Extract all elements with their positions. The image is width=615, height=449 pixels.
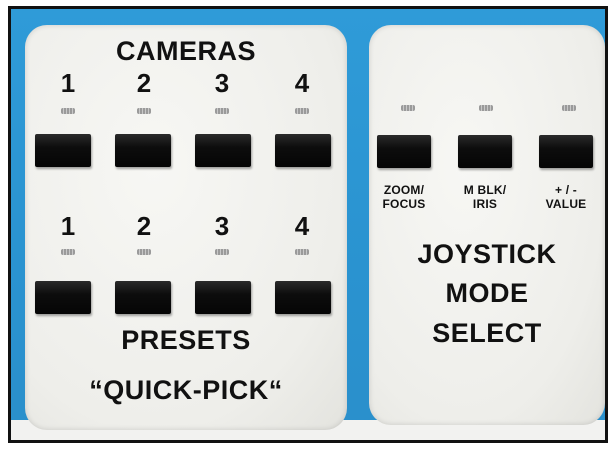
zoom-focus-led	[401, 105, 415, 111]
preset-led-1	[61, 249, 75, 255]
mblk-iris-button[interactable]	[458, 135, 512, 168]
mode-label: MODE	[445, 278, 529, 308]
preset-button-4[interactable]	[275, 281, 331, 314]
mblk-iris-label: M BLK/ IRIS	[463, 183, 507, 211]
camera-button-4[interactable]	[275, 134, 331, 167]
camera-led-4	[295, 108, 309, 114]
quick-pick-label: “QUICK-PICK“	[89, 375, 283, 405]
preset-number-4: 4	[294, 211, 310, 241]
camera-number-3: 3	[214, 68, 230, 98]
camera-led-2	[137, 108, 151, 114]
zoom-focus-button[interactable]	[377, 135, 431, 168]
joystick-label: JOYSTICK	[417, 239, 557, 269]
camera-number-4: 4	[294, 68, 310, 98]
preset-led-3	[215, 249, 229, 255]
camera-button-3[interactable]	[195, 134, 251, 167]
photo-frame: CAMERAS 1 2 3 4 1 2 3 4 PRESETS “QUICK-P…	[8, 6, 608, 443]
preset-led-4	[295, 249, 309, 255]
camera-button-1[interactable]	[35, 134, 91, 167]
preset-number-3: 3	[214, 211, 230, 241]
cameras-presets-panel: CAMERAS 1 2 3 4 1 2 3 4 PRESETS “QUICK-P…	[25, 25, 347, 430]
preset-button-3[interactable]	[195, 281, 251, 314]
preset-number-2: 2	[136, 211, 152, 241]
cameras-title: CAMERAS	[115, 36, 256, 66]
value-button[interactable]	[539, 135, 593, 168]
joystick-mode-panel: ZOOM/ FOCUS M BLK/ IRIS + / - VALUE JOYS…	[369, 25, 605, 425]
camera-number-2: 2	[136, 68, 152, 98]
value-led	[562, 105, 576, 111]
presets-title: PRESETS	[121, 325, 251, 355]
camera-led-1	[61, 108, 75, 114]
preset-led-2	[137, 249, 151, 255]
preset-number-1: 1	[60, 211, 76, 241]
camera-number-1: 1	[60, 68, 76, 98]
camera-led-3	[215, 108, 229, 114]
preset-button-1[interactable]	[35, 281, 91, 314]
select-label: SELECT	[432, 318, 542, 348]
value-label: + / - VALUE	[545, 183, 587, 211]
zoom-focus-label: ZOOM/ FOCUS	[382, 183, 426, 211]
control-panel-photo: CAMERAS 1 2 3 4 1 2 3 4 PRESETS “QUICK-P…	[0, 0, 615, 449]
preset-button-2[interactable]	[115, 281, 171, 314]
camera-button-2[interactable]	[115, 134, 171, 167]
mblk-iris-led	[479, 105, 493, 111]
